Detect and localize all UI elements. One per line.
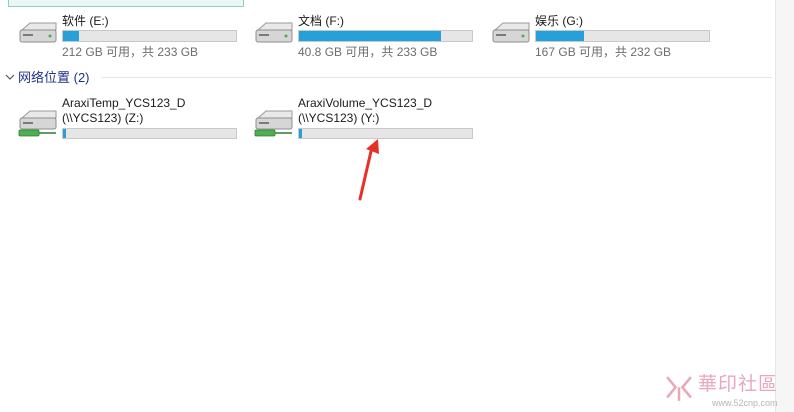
group-title: 网络位置 (2) xyxy=(18,70,90,85)
drive-label: 软件 (E:) xyxy=(62,14,109,28)
usage-bar xyxy=(298,30,473,42)
network-drive-name: AraxiVolume_YCS123_D xyxy=(298,96,433,110)
usage-bar-fill xyxy=(63,129,66,138)
hard-drive-icon xyxy=(19,22,57,43)
watermark-text: 華印社區 xyxy=(698,373,779,395)
hard-drive-icon xyxy=(255,22,293,43)
group-divider xyxy=(102,77,772,78)
watermark-logo-icon xyxy=(666,376,692,401)
network-drive-y[interactable]: AraxiVolume_YCS123_D (\\YCS123) (Y:) xyxy=(252,96,477,140)
network-drive-icon xyxy=(18,110,57,137)
drive-label: 文档 (F:) xyxy=(298,14,344,28)
usage-bar xyxy=(298,128,473,139)
usage-bar xyxy=(535,30,710,42)
red-annotation-arrow xyxy=(358,139,379,201)
watermark-url: www.52cnp.com xyxy=(712,398,778,408)
drive-label: 娱乐 (G:) xyxy=(535,14,583,28)
hard-drive-icon xyxy=(492,22,530,43)
drive-e[interactable]: 软件 (E:) 212 GB 可用，共 233 GB xyxy=(16,14,241,59)
usage-bar xyxy=(62,30,237,42)
network-drive-icon xyxy=(254,110,293,137)
drive-f[interactable]: 文档 (F:) 40.8 GB 可用，共 233 GB xyxy=(252,14,477,59)
watermark: 華印社區 www.52cnp.com xyxy=(660,370,780,410)
network-drive-path: (\\YCS123) (Y:) xyxy=(298,111,380,125)
drive-capacity: 212 GB 可用，共 233 GB xyxy=(62,45,199,59)
drive-g[interactable]: 娱乐 (G:) 167 GB 可用，共 232 GB xyxy=(489,14,714,59)
usage-bar xyxy=(62,128,237,139)
chevron-down-icon[interactable] xyxy=(4,71,16,83)
usage-bar-fill xyxy=(536,31,585,41)
network-drive-path: (\\YCS123) (Z:) xyxy=(62,111,144,125)
usage-bar-fill xyxy=(299,129,302,138)
scrollbar-track[interactable] xyxy=(775,0,794,412)
network-drive-name: AraxiTemp_YCS123_D xyxy=(62,96,186,110)
selected-drive-remnant[interactable] xyxy=(8,0,244,7)
drive-capacity: 40.8 GB 可用，共 233 GB xyxy=(298,45,438,59)
file-explorer-content: 软件 (E:) 212 GB 可用，共 233 GB 文档 (F:) 40.8 … xyxy=(0,0,775,412)
network-drive-z[interactable]: AraxiTemp_YCS123_D (\\YCS123) (Z:) xyxy=(16,96,241,140)
usage-bar-fill xyxy=(299,31,441,41)
network-locations-group-header[interactable]: 网络位置 (2) xyxy=(2,69,772,87)
drive-capacity: 167 GB 可用，共 232 GB xyxy=(535,45,672,59)
usage-bar-fill xyxy=(63,31,79,41)
